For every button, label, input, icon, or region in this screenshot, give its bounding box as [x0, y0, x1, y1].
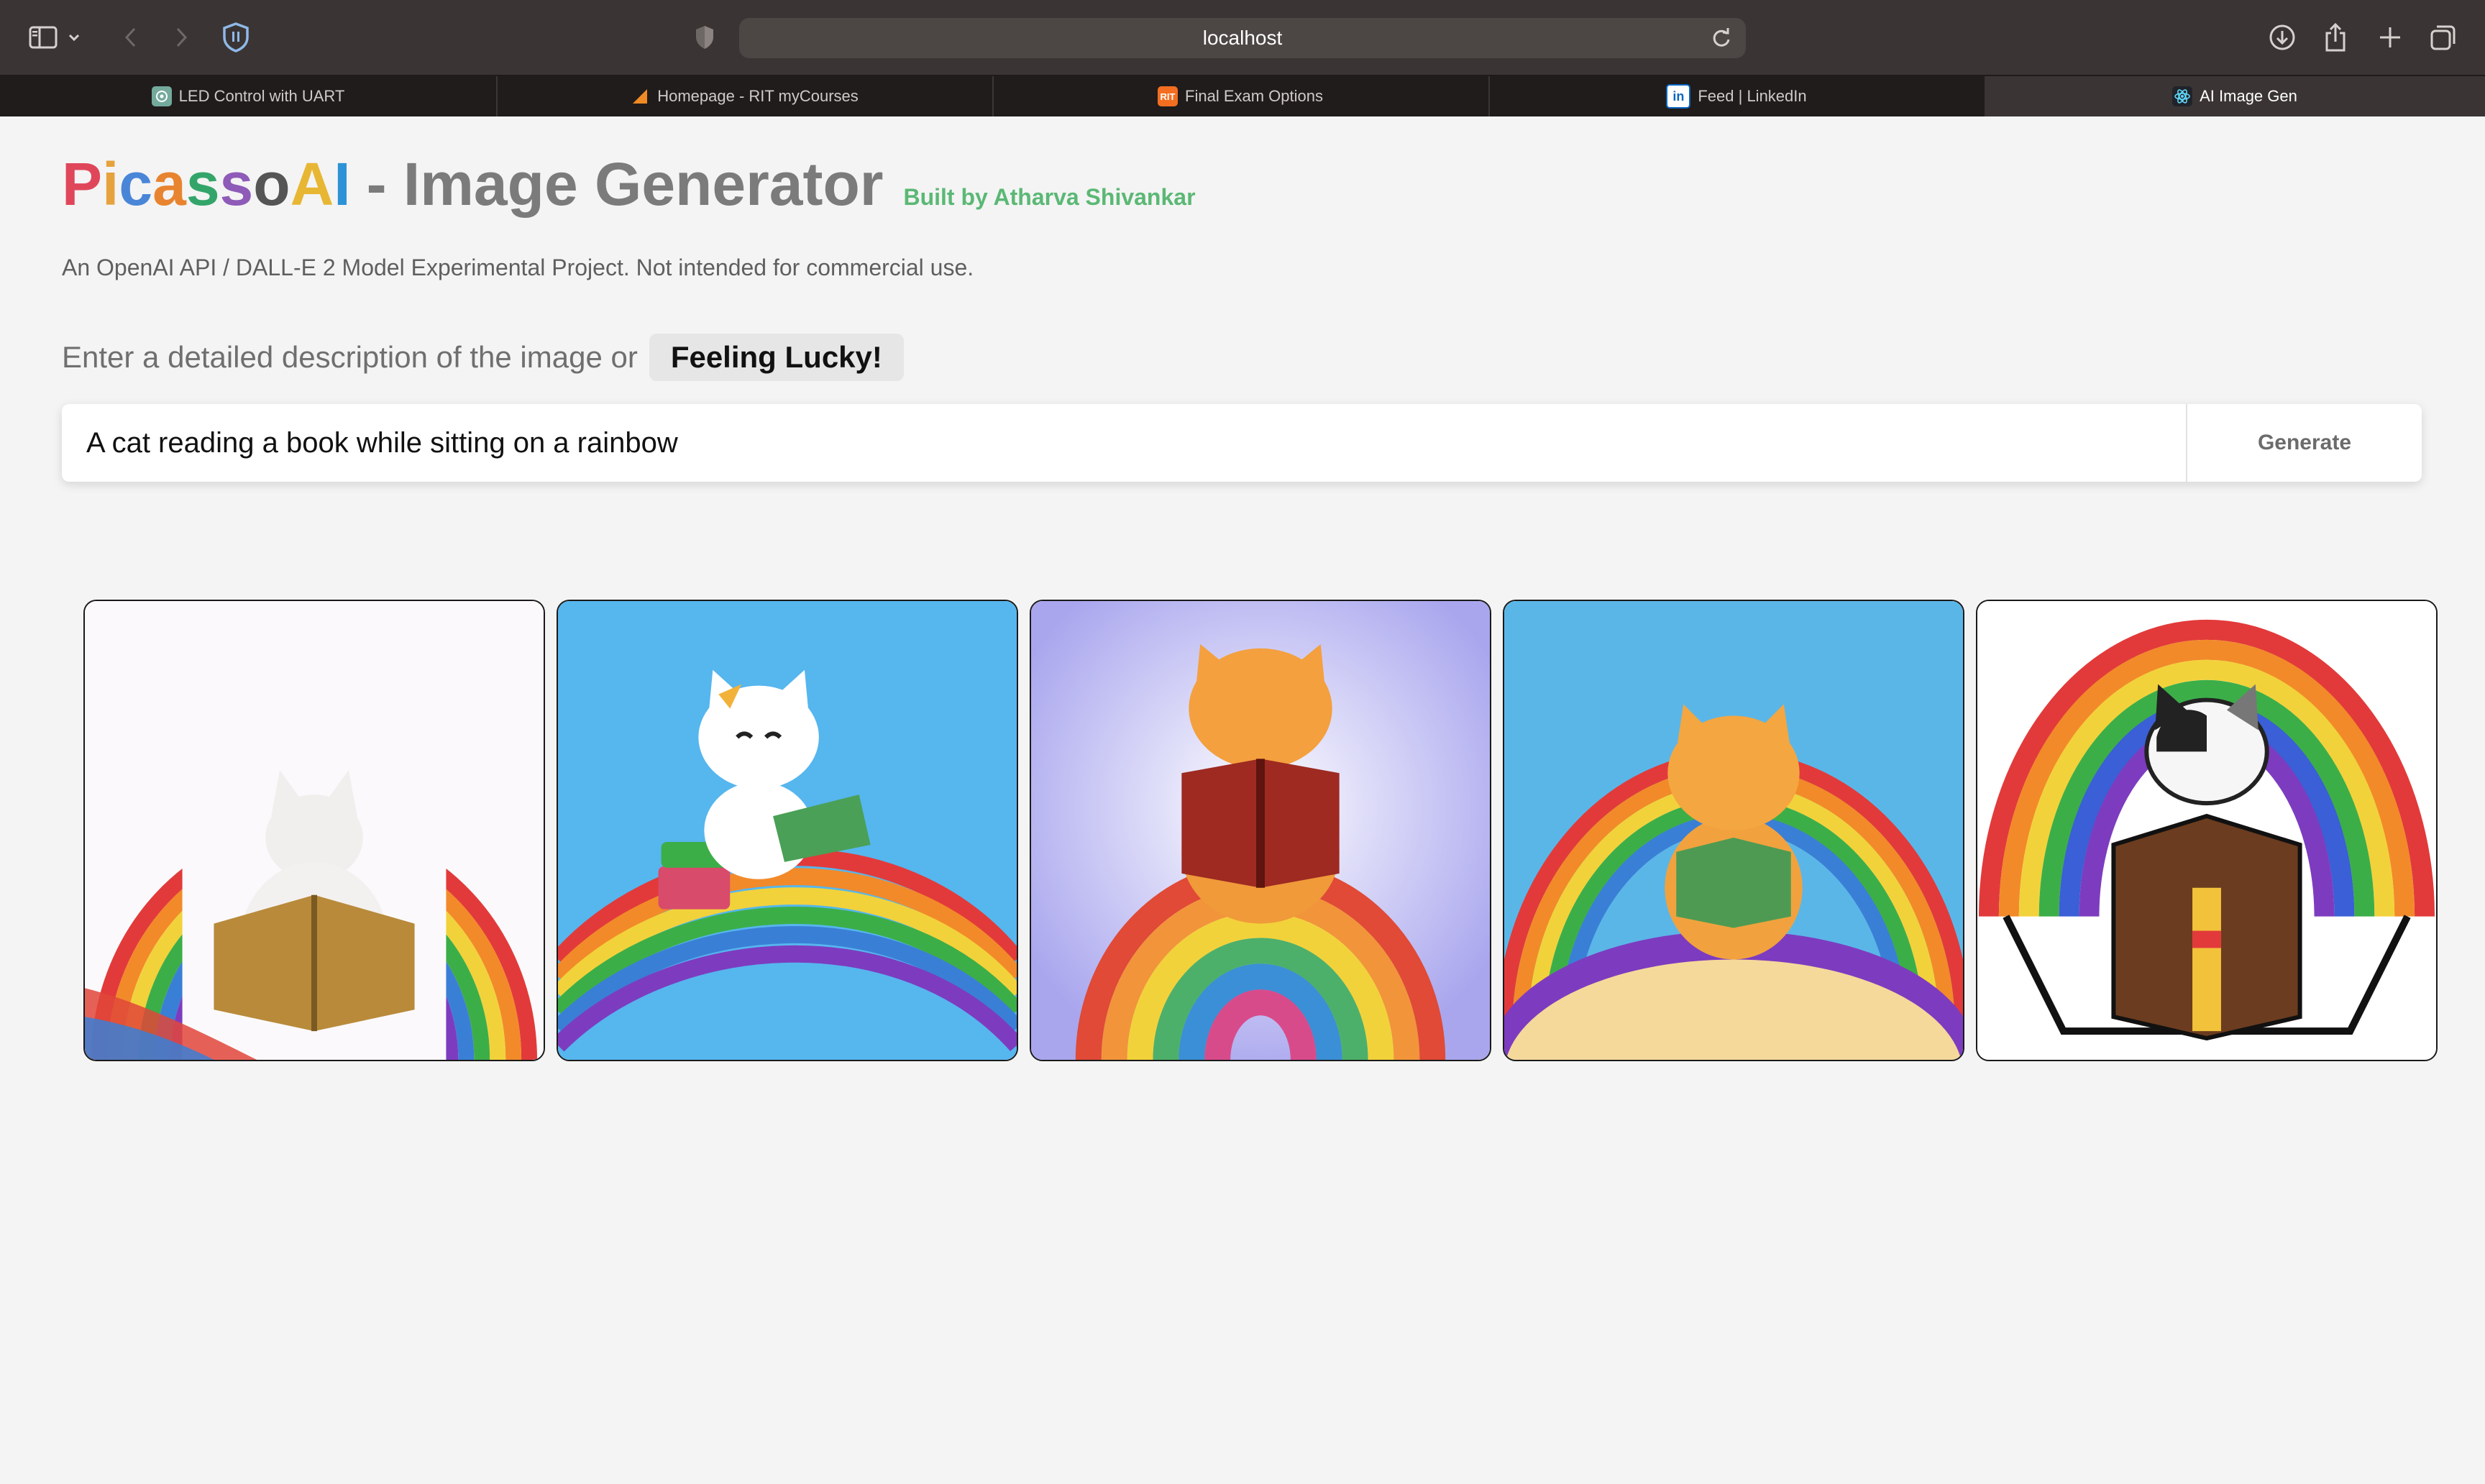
brand-letter: A [290, 150, 334, 218]
tab-rit-mycourses[interactable]: Homepage - RIT myCourses [496, 76, 994, 116]
address-bar[interactable]: localhost [739, 18, 1746, 58]
page-title: - Image Generator [366, 150, 884, 218]
cat-rainbow-illustration-1 [85, 601, 544, 1060]
brand-letter: I [334, 150, 351, 218]
generate-button[interactable]: Generate [2186, 404, 2422, 482]
prompt-search-box: Generate [62, 404, 2422, 482]
tab-led-control[interactable]: LED Control with UART [0, 76, 498, 116]
generated-image-3[interactable] [1030, 600, 1491, 1061]
generated-image-1[interactable] [83, 600, 545, 1061]
rit-icon: RIT [1158, 86, 1179, 106]
chevron-down-icon[interactable] [63, 19, 85, 56]
tab-bar: LED Control with UART Homepage - RIT myC… [0, 76, 2485, 116]
cat-rainbow-illustration-2 [558, 601, 1017, 1060]
tab-linkedin[interactable]: in Feed | LinkedIn [1488, 76, 1986, 116]
author-byline: Built by Atharva Shivankar [903, 184, 1196, 210]
privacy-shield-icon[interactable] [217, 19, 255, 56]
brand-letter: P [62, 150, 103, 218]
brand-letter: c [119, 150, 153, 218]
browser-toolbar: localhost [0, 0, 2485, 76]
downloads-icon[interactable] [2264, 19, 2301, 56]
brand-letter: a [152, 150, 186, 218]
brand-letter: s [219, 150, 254, 218]
chatgpt-icon [151, 86, 172, 106]
cat-rainbow-illustration-3 [1031, 601, 1490, 1060]
generated-image-4[interactable] [1503, 600, 1964, 1061]
tab-label: AI Image Gen [2200, 87, 2297, 105]
brand-letter: o [253, 150, 290, 218]
brand-logo-text: PicassoAI [62, 150, 351, 219]
sidebar-icon[interactable] [24, 19, 62, 56]
page-header: PicassoAI - Image Generator Built by Ath… [62, 150, 1196, 229]
tab-ai-image-gen[interactable]: AI Image Gen [1985, 76, 2485, 116]
tab-label: Final Exam Options [1185, 87, 1323, 105]
share-icon[interactable] [2317, 19, 2354, 56]
d2l-icon [630, 86, 650, 106]
brand-letter: s [186, 150, 220, 218]
shield-icon [686, 19, 723, 56]
prompt-label: Enter a detailed description of the imag… [62, 340, 638, 374]
feeling-lucky-button[interactable]: Feeling Lucky! [649, 334, 904, 381]
brand-letter: i [102, 150, 119, 218]
cat-rainbow-illustration-4 [1504, 601, 1963, 1060]
tab-overview-icon[interactable] [2425, 19, 2462, 56]
image-gallery [83, 600, 2438, 1063]
react-icon [2172, 86, 2193, 106]
url-text: localhost [1202, 27, 1283, 49]
tab-label: LED Control with UART [178, 87, 345, 105]
generated-image-5[interactable] [1976, 600, 2438, 1061]
reload-icon[interactable] [1710, 27, 1733, 50]
prompt-row: Enter a detailed description of the imag… [62, 332, 904, 383]
prompt-input[interactable] [62, 404, 2176, 482]
back-icon[interactable] [112, 19, 150, 56]
tab-label: Homepage - RIT myCourses [657, 87, 859, 105]
page-subtitle: An OpenAI API / DALL-E 2 Model Experimen… [62, 255, 974, 280]
generated-image-2[interactable] [557, 600, 1018, 1061]
tab-final-exam[interactable]: RIT Final Exam Options [992, 76, 1490, 116]
new-tab-icon[interactable] [2371, 19, 2409, 56]
forward-icon[interactable] [163, 19, 200, 56]
tab-label: Feed | LinkedIn [1698, 87, 1807, 105]
linkedin-icon: in [1666, 84, 1691, 109]
cat-rainbow-illustration-5 [1977, 601, 2436, 1060]
